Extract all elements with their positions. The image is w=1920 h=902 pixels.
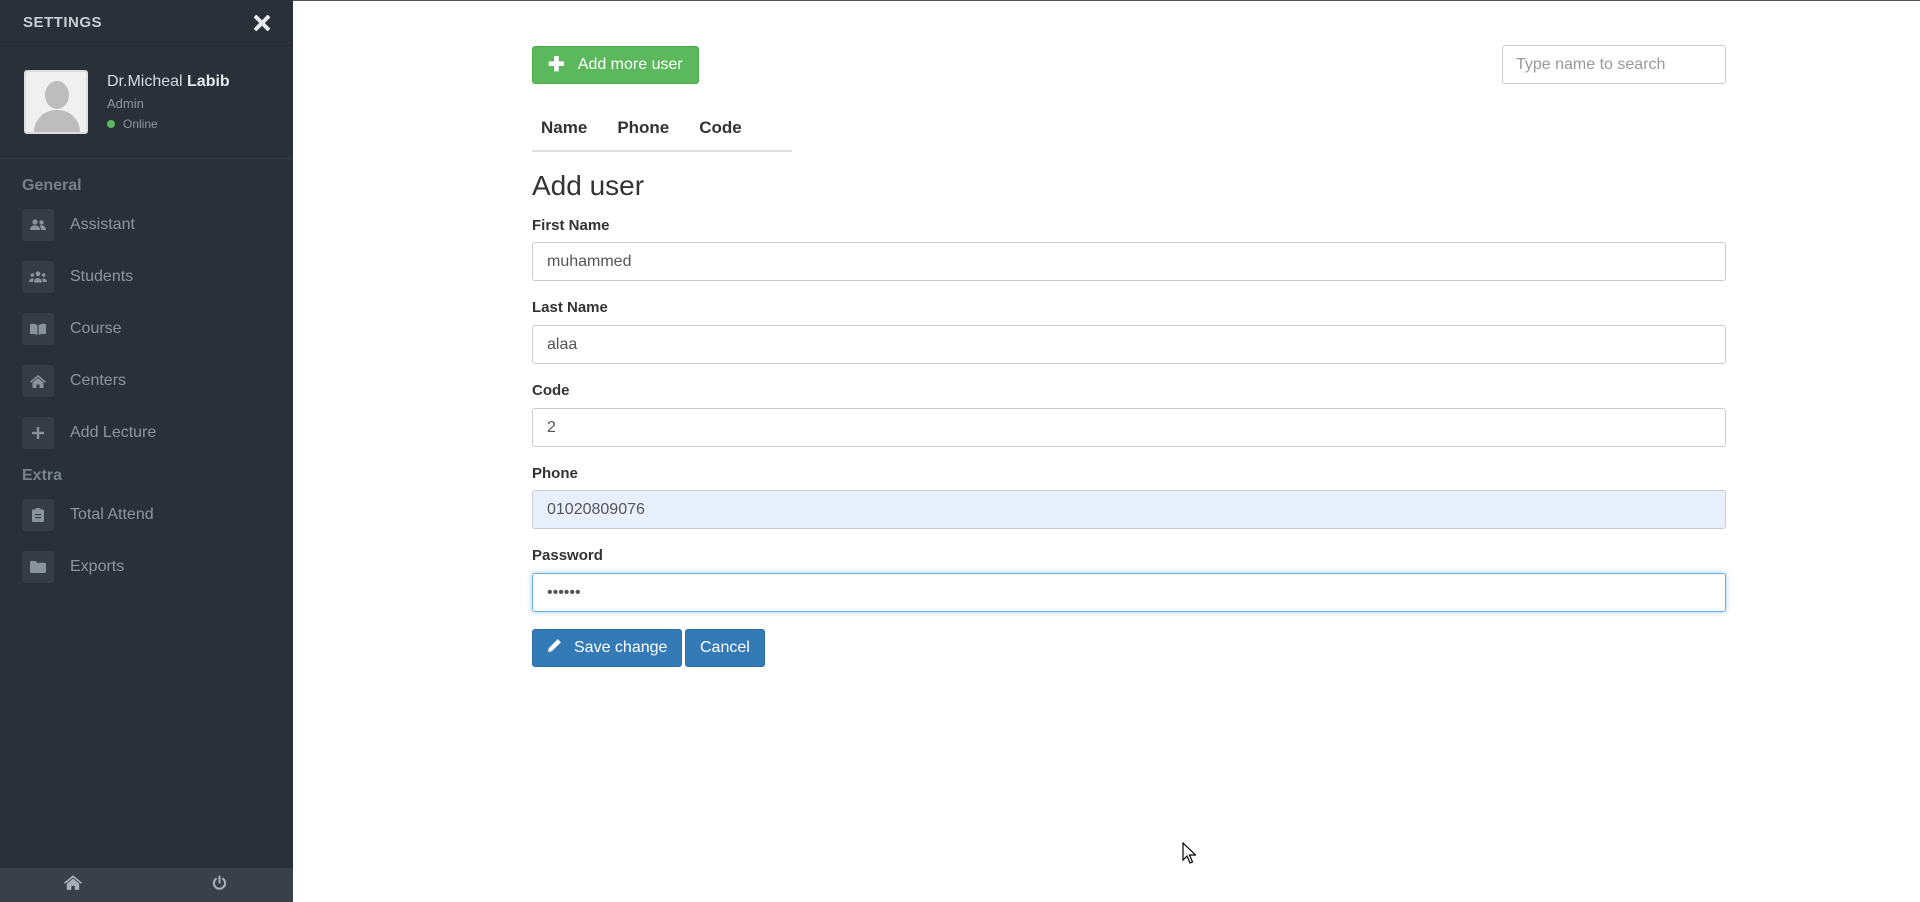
form-title: Add user: [532, 170, 645, 201]
profile-role: Admin: [107, 96, 144, 111]
save-change-label: Save change: [574, 639, 668, 656]
table-header: Name Phone Code: [532, 105, 792, 152]
group-icon: [22, 261, 54, 293]
cancel-button[interactable]: Cancel: [685, 629, 765, 667]
first-name-field[interactable]: [532, 242, 1726, 281]
sidebar-item-label: Total Attend: [70, 506, 154, 523]
sidebar-item-label: Add Lecture: [70, 424, 157, 441]
sidebar-item-centers[interactable]: Centers: [0, 355, 293, 407]
sidebar-item-students[interactable]: Students: [0, 251, 293, 303]
sidebar-item-label: Students: [70, 268, 134, 285]
profile-name: Dr.Micheal Labib: [107, 73, 230, 91]
code-field[interactable]: [532, 408, 1726, 447]
logout-button[interactable]: [147, 868, 294, 902]
folder-icon: [22, 551, 54, 583]
sidebar-item-label: Centers: [70, 372, 127, 389]
plus-icon: [22, 417, 54, 449]
close-icon[interactable]: [251, 12, 273, 34]
pencil-icon: [547, 638, 562, 658]
sidebar-item-assistant[interactable]: Assistant: [0, 199, 293, 251]
users-icon: [22, 209, 54, 241]
column-header-phone[interactable]: Phone: [617, 118, 669, 138]
last-name-label: Last Name: [532, 299, 608, 316]
clipboard-icon: [22, 499, 54, 531]
cancel-label: Cancel: [700, 639, 750, 656]
profile-status-text: Online: [123, 117, 158, 131]
profile-status: Online: [107, 117, 230, 131]
sidebar-item-label: Assistant: [70, 216, 135, 233]
user-profile: Dr.Micheal Labib Admin Online: [0, 46, 293, 159]
book-icon: [22, 313, 54, 345]
plus-icon: ✚: [548, 54, 565, 76]
add-more-user-label: Add more user: [577, 56, 683, 73]
sidebar-item-course[interactable]: Course: [0, 303, 293, 355]
add-more-user-button[interactable]: ✚ Add more user: [532, 46, 699, 84]
mouse-cursor-icon: [1182, 841, 1197, 869]
password-label: Password: [532, 547, 603, 564]
password-field[interactable]: [532, 573, 1726, 612]
sidebar: SETTINGS Dr.Micheal Labib Admin Online G…: [0, 0, 293, 902]
sidebar-header: SETTINGS: [0, 0, 293, 46]
section-label-general: General: [22, 177, 82, 194]
home-icon: [64, 875, 83, 895]
sidebar-title: SETTINGS: [23, 14, 103, 31]
phone-label: Phone: [532, 465, 578, 482]
search-input[interactable]: [1502, 45, 1726, 84]
column-header-name[interactable]: Name: [541, 118, 587, 138]
code-label: Code: [532, 382, 570, 399]
sidebar-item-add-lecture[interactable]: Add Lecture: [0, 407, 293, 459]
last-name-field[interactable]: [532, 325, 1726, 364]
column-header-code[interactable]: Code: [699, 118, 742, 138]
phone-field[interactable]: [532, 490, 1726, 529]
profile-name-bold: Labib: [187, 73, 230, 90]
sidebar-item-exports[interactable]: Exports: [0, 541, 293, 593]
online-indicator-icon: [107, 120, 115, 128]
power-icon: [212, 874, 227, 896]
save-change-button[interactable]: Save change: [532, 629, 683, 667]
sidebar-item-label: Exports: [70, 558, 125, 575]
home-button[interactable]: [0, 868, 147, 902]
section-label-extra: Extra: [22, 467, 63, 484]
sidebar-footer: [0, 868, 293, 902]
sidebar-item-label: Course: [70, 320, 122, 337]
profile-name-prefix: Dr.Micheal: [107, 73, 183, 90]
first-name-label: First Name: [532, 217, 610, 234]
avatar: [24, 70, 88, 134]
sidebar-item-total-attend[interactable]: Total Attend: [0, 489, 293, 541]
home-icon: [22, 365, 54, 397]
top-border: [293, 0, 1920, 1]
